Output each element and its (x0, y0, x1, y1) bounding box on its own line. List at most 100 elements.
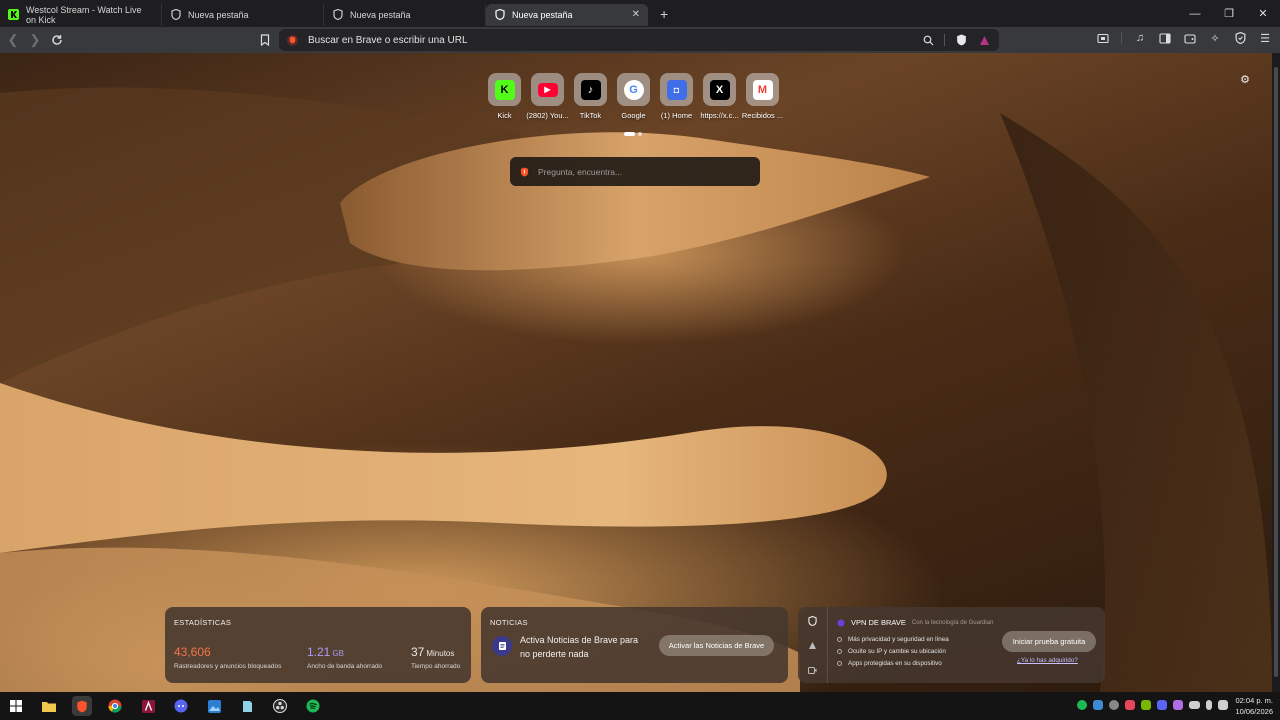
back-button[interactable]: ❮ (2, 29, 24, 51)
sidebar-icon[interactable] (1158, 31, 1172, 45)
restore-button[interactable]: ❐ (1212, 0, 1246, 27)
top-site-label: Kick (497, 111, 512, 120)
discord-tray-icon[interactable] (1157, 700, 1167, 710)
bandwidth-stat: 1.21 GB Ancho de banda ahorrado (307, 643, 382, 670)
volume-icon[interactable] (1218, 700, 1228, 710)
clock-date: 10/06/2026 (1235, 707, 1273, 716)
time-unit: Minutos (426, 649, 455, 658)
vpn-feature: Oculte su IP y cambie su ubicación (837, 645, 949, 657)
close-window-button[interactable]: ✕ (1246, 0, 1280, 27)
app-tray-icon[interactable] (1093, 700, 1103, 710)
tab-new-2[interactable]: Nueva pestaña (324, 3, 486, 26)
top-site-home[interactable]: ◘ (1) Home (660, 73, 693, 120)
bookmark-icon (260, 34, 270, 46)
pen-tray-icon[interactable] (1173, 700, 1183, 710)
top-site-google[interactable]: G Google (617, 73, 650, 120)
new-tab-page: ⚙ K Kick ▶ (2802) You... ♪ TikTok G Goog… (0, 53, 1272, 692)
gmail-icon: M (752, 79, 773, 100)
new-tab-search-box[interactable]: Pregunta, encuentra... (510, 157, 760, 186)
tab-strip: Westcol Stream - Watch Live on Kick Nuev… (0, 0, 1280, 27)
start-trial-button[interactable]: Iniciar prueba gratuita (1002, 631, 1096, 652)
tiktok-icon: ♪ (580, 79, 601, 100)
vpn-feature-list: Más privacidad y seguridad en línea Ocul… (837, 633, 949, 669)
nvidia-tray-icon[interactable] (1141, 700, 1151, 710)
taskbar-clock[interactable]: 02:04 p. m. 10/06/2026 (1235, 695, 1273, 717)
brave-rewards-icon[interactable] (977, 33, 991, 47)
windows-taskbar: 02:04 p. m. 10/06/2026 (0, 692, 1280, 720)
brave-browser-icon[interactable] (72, 696, 92, 716)
tab-title: Westcol Stream - Watch Live on Kick (26, 4, 142, 25)
forward-button[interactable]: ❯ (24, 29, 46, 51)
tab-title: Nueva pestaña (350, 9, 411, 20)
top-site-label: Recibidos ... (741, 111, 784, 120)
widget-switcher (798, 607, 828, 683)
microphone-icon[interactable] (1206, 700, 1212, 710)
talk-camera-icon[interactable] (808, 666, 817, 675)
tab-new-active[interactable]: Nueva pestaña ✕ (486, 3, 648, 26)
rewards-triangle-icon[interactable] (808, 641, 817, 650)
news-widget: NOTICIAS Activa Noticias de Brave para n… (481, 607, 788, 683)
spotify-icon[interactable] (303, 696, 323, 716)
scrollbar[interactable] (1272, 53, 1280, 692)
bandwidth-unit: GB (332, 649, 344, 658)
brave-shields-icon[interactable] (954, 33, 968, 47)
steam-tray-icon[interactable] (1109, 700, 1119, 710)
display-tray-icon[interactable] (1189, 701, 1200, 709)
obs-icon[interactable] (270, 696, 290, 716)
app-a-icon[interactable] (138, 696, 158, 716)
enable-news-button[interactable]: Activar las Noticias de Brave (659, 635, 774, 656)
minimize-button[interactable]: — (1178, 0, 1212, 27)
google-icon: G (623, 79, 644, 100)
top-site-gmail[interactable]: M Recibidos ... (742, 73, 783, 120)
chrome-icon[interactable] (105, 696, 125, 716)
background-image (0, 87, 1272, 692)
trackers-value: 43,606 (174, 645, 211, 659)
tab-kick[interactable]: Westcol Stream - Watch Live on Kick (0, 3, 162, 26)
menu-icon[interactable]: ☰ (1258, 31, 1272, 45)
top-sites: K Kick ▶ (2802) You... ♪ TikTok G Google… (488, 73, 783, 120)
media-icon[interactable]: ♫ (1133, 31, 1147, 45)
photos-icon[interactable] (204, 696, 224, 716)
reload-button[interactable] (46, 29, 68, 51)
top-sites-pager[interactable] (624, 132, 642, 136)
bandwidth-label: Ancho de banda ahorrado (307, 663, 383, 670)
tab-new-1[interactable]: Nueva pestaña (162, 3, 324, 26)
top-site-x[interactable]: X https://x.c... (700, 73, 739, 120)
new-tab-button[interactable]: + (660, 6, 668, 22)
tray-app-icon[interactable] (1125, 700, 1135, 710)
scrollbar-thumb[interactable] (1274, 67, 1278, 677)
wallet-icon[interactable] (1183, 31, 1197, 45)
customize-gear-icon[interactable]: ⚙ (1240, 73, 1250, 86)
news-title: NOTICIAS (490, 618, 528, 627)
already-purchased-link[interactable]: ¿Ya lo has adquirido? (1017, 657, 1078, 664)
search-icon[interactable] (921, 33, 935, 47)
top-site-youtube[interactable]: ▶ (2802) You... (526, 73, 569, 120)
leo-ai-icon[interactable]: ✧ (1208, 31, 1222, 45)
bookmark-button[interactable] (254, 29, 276, 51)
top-site-kick[interactable]: K Kick (488, 73, 521, 120)
pager-dot-active[interactable] (624, 132, 635, 136)
vpn-shield-icon[interactable] (1233, 31, 1247, 45)
pager-dot[interactable] (638, 132, 642, 136)
windows-start-icon[interactable] (6, 696, 26, 716)
spotify-tray-icon[interactable] (1077, 700, 1087, 710)
toolbar: ❮ ❯ Buscar en Brave o escribir una URL ♫… (0, 27, 1280, 53)
vpn-header: VPN DE BRAVE Con la tecnología de Guardi… (837, 618, 993, 627)
vpn-feature: Más privacidad y seguridad en línea (837, 633, 949, 645)
discord-app-icon[interactable] (171, 696, 191, 716)
tab-title: Nueva pestaña (188, 9, 249, 20)
file-explorer-icon[interactable] (39, 696, 59, 716)
news-promo-text: Activa Noticias de Brave para no perdert… (520, 635, 639, 659)
screenshot-icon[interactable] (1096, 31, 1110, 45)
brave-shield-icon (332, 9, 343, 20)
time-value: 37 (411, 645, 425, 659)
home-icon: ◘ (666, 79, 687, 100)
vpn-shield-icon[interactable] (808, 615, 817, 626)
close-icon[interactable]: ✕ (632, 9, 640, 20)
news-icon (492, 636, 512, 656)
top-site-tiktok[interactable]: ♪ TikTok (574, 73, 607, 120)
time-label: Tiempo ahorrado (411, 663, 461, 670)
notes-icon[interactable] (237, 696, 257, 716)
address-bar[interactable]: Buscar en Brave o escribir una URL (279, 29, 999, 51)
brave-search-icon (287, 34, 298, 46)
